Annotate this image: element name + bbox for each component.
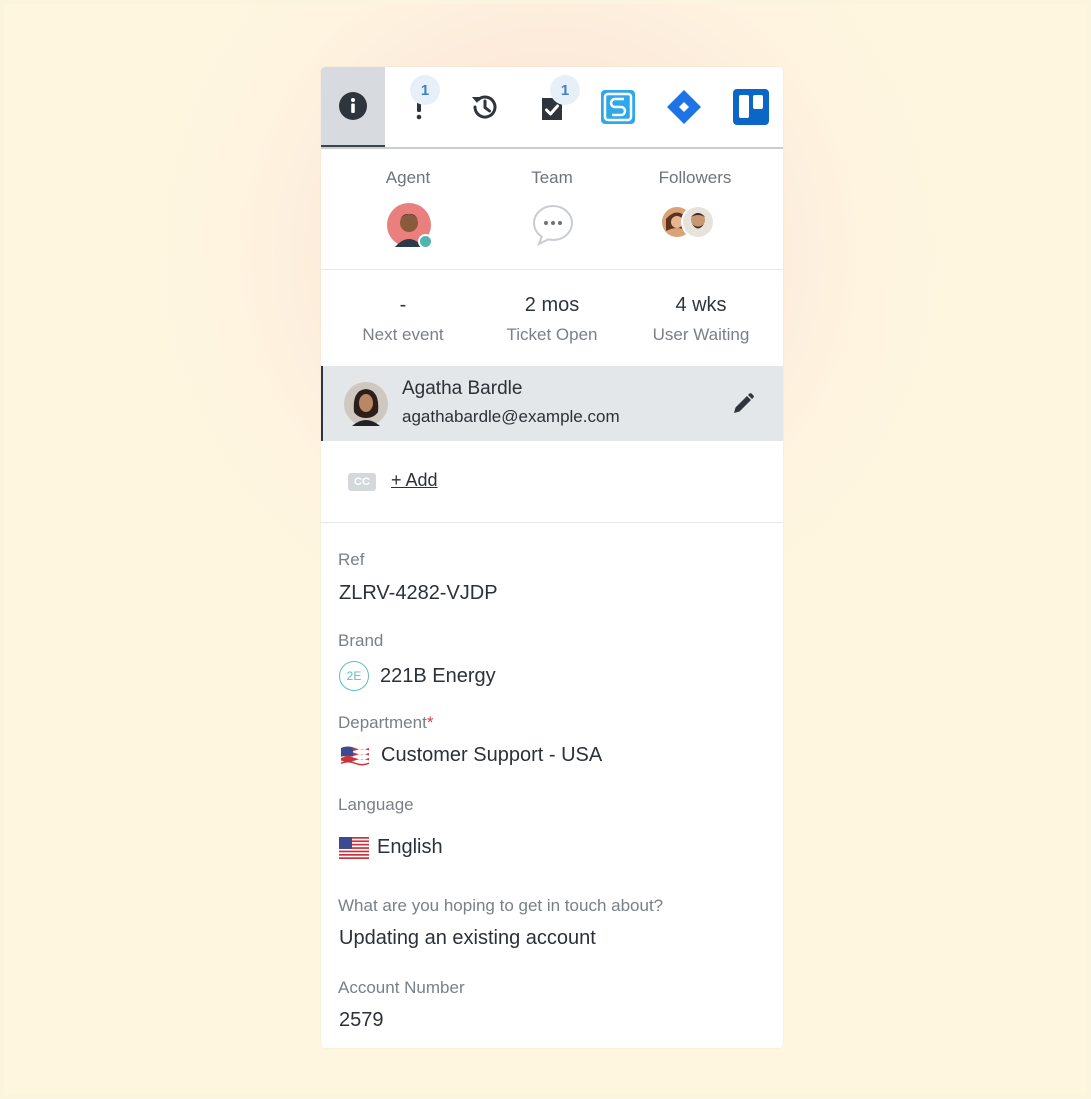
trello-icon [733, 89, 769, 125]
department-value: Customer Support - USA [381, 744, 603, 766]
agent-avatar[interactable] [387, 203, 433, 249]
ref-label: Ref [338, 550, 365, 569]
us-flag-icon [339, 836, 369, 859]
tab-jira[interactable] [652, 67, 716, 147]
background: 1 1 Agent Team Followers - Next event 2 … [4, 4, 1087, 1095]
team-label: Team [531, 168, 573, 187]
department-field[interactable]: Customer Support - USA [339, 744, 602, 767]
account-number-label: Account Number [338, 978, 465, 997]
us-flag-icon [341, 746, 369, 765]
edit-requester-button[interactable] [731, 392, 755, 416]
ref-value: ZLRV-4282-VJDP [339, 582, 498, 604]
tab-trello[interactable] [719, 67, 783, 147]
tab-alerts[interactable]: 1 [387, 67, 451, 147]
agent-label: Agent [385, 168, 431, 187]
stat-label: User Waiting [652, 325, 750, 344]
online-status-dot [418, 234, 433, 249]
app-s-icon [601, 90, 635, 124]
stat-value: 2 mos [524, 294, 580, 316]
department-label-text: Department [338, 713, 427, 732]
follower-avatar[interactable] [681, 205, 715, 239]
stat-value: - [399, 294, 407, 316]
brand-label: Brand [338, 631, 384, 650]
stat-label: Next event [362, 325, 444, 344]
requester-name: Agatha Bardle [402, 378, 523, 399]
alerts-count-badge: 1 [410, 75, 440, 105]
stat-label: Ticket Open [506, 325, 598, 344]
department-label: Department* [338, 713, 433, 733]
requester-card[interactable]: Agatha Bardle agathabardle@example.com [321, 366, 783, 441]
brand-value: 221B Energy [380, 664, 496, 687]
cc-section: CC + Add [321, 441, 783, 523]
followers-label: Followers [658, 168, 732, 187]
team-chat-icon[interactable] [531, 203, 575, 247]
tab-app-s[interactable] [586, 67, 650, 147]
pencil-icon [734, 393, 754, 413]
brand-badge-icon: 2E [339, 661, 369, 691]
tab-info[interactable] [321, 67, 385, 147]
account-number-value[interactable]: 2579 [339, 1009, 384, 1032]
tab-tasks[interactable]: 1 [520, 67, 584, 147]
ticket-sidebar-panel: 1 1 Agent Team Followers - Next event 2 … [321, 67, 783, 1048]
requester-email: agathabardle@example.com [402, 407, 620, 426]
followers-column: Followers [618, 149, 772, 269]
requester-avatar [344, 382, 388, 426]
ticket-stats: - Next event 2 mos Ticket Open 4 wks Use… [321, 270, 783, 366]
jira-icon [667, 90, 701, 124]
info-icon [339, 92, 367, 120]
assignment-section: Agent Team Followers [321, 149, 783, 270]
language-field[interactable]: English [339, 836, 443, 859]
language-label: Language [338, 795, 414, 814]
topic-label: What are you hoping to get in touch abou… [338, 896, 664, 915]
brand-field[interactable]: 2E 221B Energy [339, 661, 496, 691]
cc-tag: CC [348, 473, 376, 491]
required-asterisk: * [426, 713, 434, 732]
tab-history[interactable] [453, 67, 517, 147]
team-column: Team [475, 149, 629, 269]
language-value: English [377, 836, 443, 858]
add-cc-link[interactable]: + Add [391, 470, 438, 491]
toolbar: 1 1 [321, 67, 783, 149]
agent-column: Agent [331, 149, 485, 269]
stat-value: 4 wks [675, 294, 727, 316]
history-icon [472, 95, 497, 119]
tasks-count-badge: 1 [550, 75, 580, 105]
topic-value[interactable]: Updating an existing account [339, 927, 596, 950]
